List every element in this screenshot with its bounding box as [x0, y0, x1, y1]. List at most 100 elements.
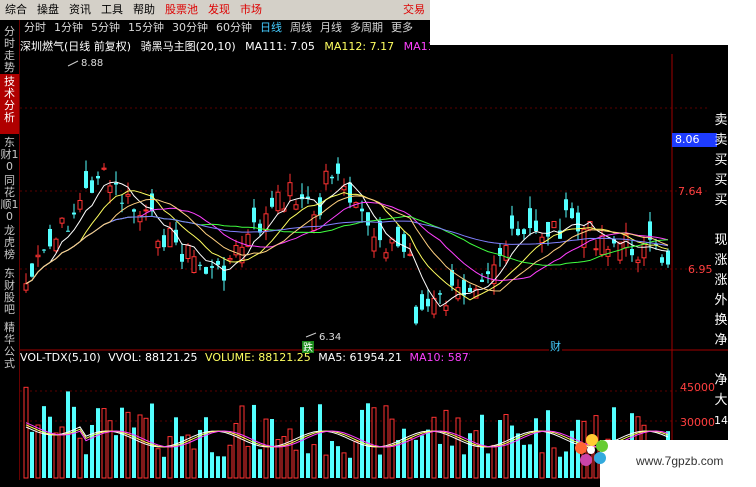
- indicator-name[interactable]: 骑黑马主图(20,10): [141, 40, 236, 53]
- volume-bar: [137, 414, 143, 479]
- candle-body: [564, 199, 568, 211]
- menu-item-jiaoyi[interactable]: 交易: [398, 0, 430, 20]
- volume-bar: [407, 438, 413, 479]
- volume-bar: [233, 422, 239, 479]
- high-label: 8.88: [81, 58, 103, 69]
- candle-body: [366, 212, 370, 226]
- candle-body: [275, 191, 281, 212]
- period-5min[interactable]: 5分钟: [87, 20, 124, 36]
- volume-bar: [227, 444, 233, 479]
- volume-bar: [546, 410, 550, 478]
- quote-label-buy2: 买: [714, 173, 728, 188]
- volume-bar: [222, 456, 226, 478]
- menu-item-gongju[interactable]: 工具: [96, 0, 128, 20]
- volume-bar: [77, 437, 83, 479]
- volume-bar: [564, 451, 568, 478]
- volume-bar: [402, 428, 406, 478]
- volume-bar: [258, 449, 262, 478]
- candle-body: [107, 185, 113, 193]
- volume-bar: [42, 406, 46, 478]
- volume-bar: [336, 446, 340, 478]
- quote-label-sell2: 卖: [714, 133, 728, 148]
- vol-axis-label-1: 45000: [680, 381, 715, 394]
- volume-bar: [191, 448, 197, 479]
- period-15min[interactable]: 15分钟: [124, 20, 168, 36]
- period-multi[interactable]: 多周期: [346, 20, 387, 36]
- period-more[interactable]: 更多: [387, 20, 417, 36]
- menu-item-zixun[interactable]: 资讯: [64, 0, 96, 20]
- candle-body: [330, 176, 334, 179]
- tab-longhubang[interactable]: 龙虎榜: [0, 223, 19, 271]
- menu-item-shichang[interactable]: 市场: [235, 0, 267, 20]
- tab-dongcai10[interactable]: 东财10: [0, 135, 19, 173]
- candle-body: [438, 293, 442, 295]
- vvol-value: VVOL: 88121.25: [108, 351, 198, 364]
- kline-chart-area[interactable]: 8.88 6.34 跌 财 7.64 6.95 45000 30000: [20, 54, 728, 480]
- candle-body: [96, 175, 100, 179]
- volume-bar: [341, 452, 347, 479]
- tab-jinghua-gongshi[interactable]: 精华公式: [0, 320, 19, 378]
- volume-bar: [107, 420, 113, 479]
- menu-item-zonghe[interactable]: 综合: [0, 0, 32, 20]
- volume-bar: [534, 418, 538, 478]
- candle-body: [666, 250, 670, 265]
- volume-bar: [426, 429, 430, 478]
- candle-body: [180, 253, 184, 262]
- period-1min[interactable]: 1分钟: [50, 20, 87, 36]
- candle-body: [155, 240, 161, 249]
- tab-jishu-fenxi[interactable]: 技术分析: [0, 74, 19, 134]
- volume-bar: [281, 436, 287, 479]
- volume-bar: [539, 452, 545, 479]
- volume-bar: [389, 418, 395, 479]
- candle-body: [660, 257, 664, 263]
- volume-bar: [366, 403, 370, 478]
- period-monthly[interactable]: 月线: [316, 20, 346, 36]
- volume-bar: [48, 416, 52, 478]
- candle-body: [35, 254, 41, 258]
- candle-body: [162, 235, 166, 248]
- vol-indicator-name[interactable]: VOL-TDX(5,10): [20, 351, 101, 364]
- volume-bar: [348, 457, 352, 478]
- candle-body: [48, 228, 52, 247]
- candle-body: [635, 259, 641, 264]
- candle-body: [516, 228, 520, 236]
- volume-bar: [503, 414, 509, 479]
- quote-number: 14: [714, 414, 728, 427]
- menu-item-gupiaochi[interactable]: 股票池: [160, 0, 203, 20]
- volume-bar: [53, 432, 59, 479]
- candle-body: [90, 180, 94, 193]
- price-label-1: 7.64: [678, 185, 703, 198]
- volume-bar: [551, 447, 557, 479]
- menu-item-faxian[interactable]: 发现: [203, 0, 235, 20]
- period-60min[interactable]: 60分钟: [212, 20, 256, 36]
- period-daily[interactable]: 日线: [256, 20, 286, 36]
- candle-body: [539, 236, 545, 244]
- candle-body: [593, 248, 599, 251]
- volume-bar: [114, 435, 118, 478]
- period-fenshi[interactable]: 分时: [20, 20, 50, 36]
- quote-label-big: 大: [714, 393, 728, 408]
- ma5-value: MA5: 61954.21: [318, 351, 402, 364]
- volume-bar: [323, 454, 329, 479]
- period-toolbar: 分时 1分钟 5分钟 15分钟 30分钟 60分钟 日线 周线 月线 多周期 更…: [20, 20, 430, 36]
- watermark-area: www.7gpzb.com: [575, 434, 756, 487]
- period-30min[interactable]: 30分钟: [168, 20, 212, 36]
- ma113-value: MA113: 7.14: [403, 40, 430, 53]
- period-weekly[interactable]: 周线: [286, 20, 316, 36]
- candle-body: [42, 249, 46, 251]
- volume-bar: [72, 406, 76, 478]
- menu-item-caopan[interactable]: 操盘: [32, 0, 64, 20]
- volume-bar: [210, 452, 214, 478]
- cai-tag: 财: [549, 339, 562, 353]
- candle-body: [84, 171, 88, 188]
- volume-bar: [143, 417, 149, 479]
- volume-bar: [491, 444, 497, 479]
- candle-body: [348, 182, 352, 203]
- tab-fenshi[interactable]: 分时走势: [0, 24, 19, 74]
- volume-value: VOLUME: 88121.25: [205, 351, 311, 364]
- candle-body: [480, 279, 484, 282]
- menu-item-bangzhu[interactable]: 帮助: [128, 0, 160, 20]
- candle-body: [443, 305, 449, 311]
- tab-dongcai-guba[interactable]: 东财股吧: [0, 266, 19, 324]
- volume-bar: [300, 407, 304, 478]
